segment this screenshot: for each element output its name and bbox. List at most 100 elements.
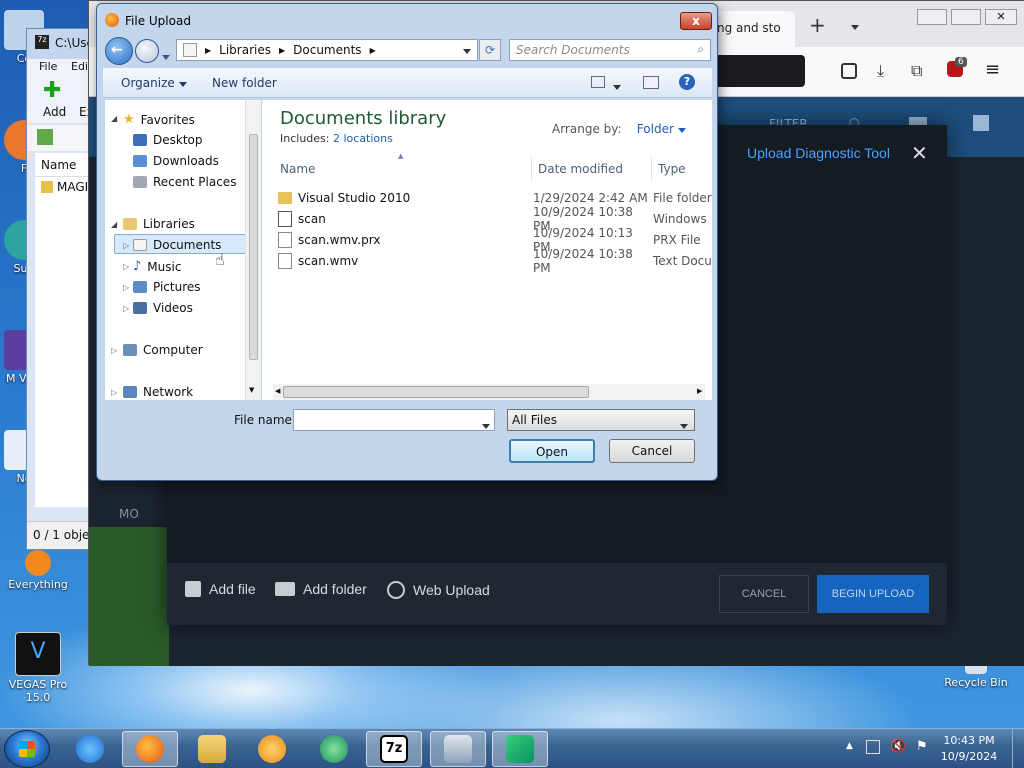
dialog-close-button[interactable]: x	[680, 12, 712, 30]
nav-desktop[interactable]: Desktop	[133, 133, 203, 147]
nav-scrollbar[interactable]: ▼	[245, 100, 261, 400]
column-header-date[interactable]: Date modified	[532, 156, 652, 182]
view-dropdown-icon[interactable]	[613, 79, 621, 93]
url-bar[interactable]	[709, 55, 805, 87]
nav-libraries[interactable]: Libraries	[123, 217, 195, 231]
collapse-arrow-icon[interactable]: ▷	[123, 304, 129, 313]
nav-favorites[interactable]: ★ Favorites	[123, 112, 195, 127]
expand-arrow-icon[interactable]: ◢	[111, 220, 117, 229]
search-input[interactable]: Search Documents ⌕	[509, 39, 711, 61]
file-upload-dialog: File Upload x ← ▶ Libraries ▶ Documents …	[96, 3, 718, 481]
nav-computer[interactable]: Computer	[123, 343, 203, 357]
scrollbar-thumb[interactable]	[283, 386, 589, 398]
collapse-arrow-icon[interactable]: ▷	[111, 346, 117, 355]
begin-upload-button[interactable]: BEGIN UPLOAD	[817, 575, 929, 613]
menu-button[interactable]: ≡	[985, 59, 1000, 80]
desktop-icon-vegas[interactable]: V VEGAS Pro 15.0	[8, 632, 68, 704]
add-button[interactable]: Add	[43, 105, 66, 119]
windows-logo-icon	[19, 741, 35, 757]
taskbar-explorer[interactable]	[184, 731, 240, 767]
breadcrumb[interactable]: ▶ Libraries ▶ Documents ▶	[176, 39, 478, 61]
browser-tab[interactable]: ng and sto	[709, 11, 795, 47]
tab-list-chevron-icon[interactable]	[851, 19, 859, 33]
collapse-arrow-icon[interactable]: ▷	[123, 262, 129, 271]
extensions-icon[interactable]: ⧉	[911, 61, 922, 81]
nav-music[interactable]: ♪ Music	[133, 259, 181, 274]
organize-button[interactable]: Organize	[121, 76, 187, 90]
media-file-icon	[278, 211, 292, 227]
maximize-button[interactable]	[951, 9, 981, 25]
clock-date: 10/9/2024	[940, 750, 998, 763]
action-center-flag-icon[interactable]: ⚑	[916, 739, 928, 754]
chevron-right-icon: ▶	[278, 45, 286, 55]
list-item[interactable]: MAGI	[57, 180, 88, 194]
network-tray-icon[interactable]	[866, 740, 880, 754]
menu-file[interactable]: File	[39, 60, 57, 73]
scrollbar-thumb[interactable]	[249, 134, 258, 360]
taskbar-ie[interactable]	[62, 731, 118, 767]
view-options-icon[interactable]	[591, 76, 605, 88]
close-window-button[interactable]: ✕	[985, 9, 1017, 25]
pocket-icon[interactable]	[841, 63, 857, 79]
taskbar-firefox[interactable]	[122, 731, 178, 767]
file-row[interactable]: scan.wmv 10/9/2024 10:38 PM Text Docu	[278, 247, 718, 275]
volume-icon[interactable]: 🔇	[890, 739, 906, 754]
start-button[interactable]	[4, 730, 50, 768]
forward-button[interactable]	[135, 39, 159, 63]
scroll-left-icon[interactable]: ◀	[275, 387, 280, 395]
new-tab-button[interactable]: +	[809, 13, 826, 37]
nav-documents[interactable]: Documents	[133, 238, 221, 252]
nav-network[interactable]: Network	[123, 385, 193, 399]
nav-downloads[interactable]: Downloads	[133, 154, 219, 168]
breadcrumb-documents[interactable]: Documents	[293, 43, 361, 57]
grid-icon[interactable]	[973, 115, 989, 131]
menu-edit[interactable]: Edi	[71, 60, 88, 73]
arrange-by-dropdown[interactable]: Folder	[637, 122, 674, 136]
add-folder-button[interactable]: Add folder	[275, 581, 367, 597]
desktop-icon	[133, 134, 147, 146]
back-button[interactable]: ←	[105, 37, 133, 65]
web-upload-button[interactable]: Web Upload	[387, 581, 490, 599]
open-button[interactable]: Open	[509, 439, 595, 463]
taskbar-app-green[interactable]	[306, 731, 362, 767]
desktop-icon-everything[interactable]: Everything	[8, 550, 68, 591]
nav-recent-places[interactable]: Recent Places	[133, 175, 236, 189]
taskbar: 7z ▲ 🔇 ⚑ 10:43 PM 10/9/2024	[0, 728, 1024, 768]
show-desktop-button[interactable]	[1012, 729, 1024, 768]
taskbar-media-player[interactable]	[244, 731, 300, 767]
address-dropdown-icon[interactable]	[463, 43, 471, 57]
add-file-button[interactable]: Add file	[185, 581, 256, 597]
locations-link[interactable]: 2 locations	[333, 132, 393, 145]
tray-expand-icon[interactable]: ▲	[846, 741, 853, 751]
minimize-button[interactable]	[917, 9, 947, 25]
close-icon[interactable]: ✕	[911, 141, 928, 165]
recent-pages-chevron-icon[interactable]	[162, 49, 170, 63]
clock[interactable]: 10:43 PM 10/9/2024	[936, 733, 1002, 765]
cancel-button[interactable]: Cancel	[609, 439, 695, 463]
nav-videos[interactable]: Videos	[133, 301, 193, 315]
preview-pane-icon[interactable]	[643, 76, 659, 89]
taskbar-7zip[interactable]: 7z	[366, 731, 422, 767]
new-folder-button[interactable]: New folder	[212, 76, 277, 90]
scroll-right-icon[interactable]: ▶	[697, 387, 702, 395]
file-type-select[interactable]: All Files	[507, 409, 695, 431]
collapse-arrow-icon[interactable]: ▷	[123, 283, 129, 292]
refresh-button[interactable]: ⟳	[479, 39, 501, 61]
up-folder-icon[interactable]	[37, 129, 53, 145]
taskbar-app-cube[interactable]	[492, 731, 548, 767]
taskbar-app-window[interactable]	[430, 731, 486, 767]
collapse-arrow-icon[interactable]: ▷	[123, 241, 129, 250]
help-icon[interactable]: ?	[679, 74, 695, 90]
documents-icon	[133, 239, 147, 251]
expand-arrow-icon[interactable]: ◢	[111, 114, 117, 123]
scroll-down-icon[interactable]: ▼	[249, 386, 254, 394]
breadcrumb-libraries[interactable]: Libraries	[219, 43, 271, 57]
horizontal-scrollbar[interactable]: ◀ ▶	[273, 384, 705, 400]
collapse-arrow-icon[interactable]: ▷	[111, 388, 117, 397]
file-name-input[interactable]	[293, 409, 495, 431]
download-icon[interactable]: ⤓	[877, 61, 884, 81]
chevron-down-icon[interactable]	[482, 418, 490, 432]
column-header-type[interactable]: Type	[652, 156, 712, 182]
nav-pictures[interactable]: Pictures	[133, 280, 201, 294]
cancel-upload-button[interactable]: CANCEL	[719, 575, 809, 613]
